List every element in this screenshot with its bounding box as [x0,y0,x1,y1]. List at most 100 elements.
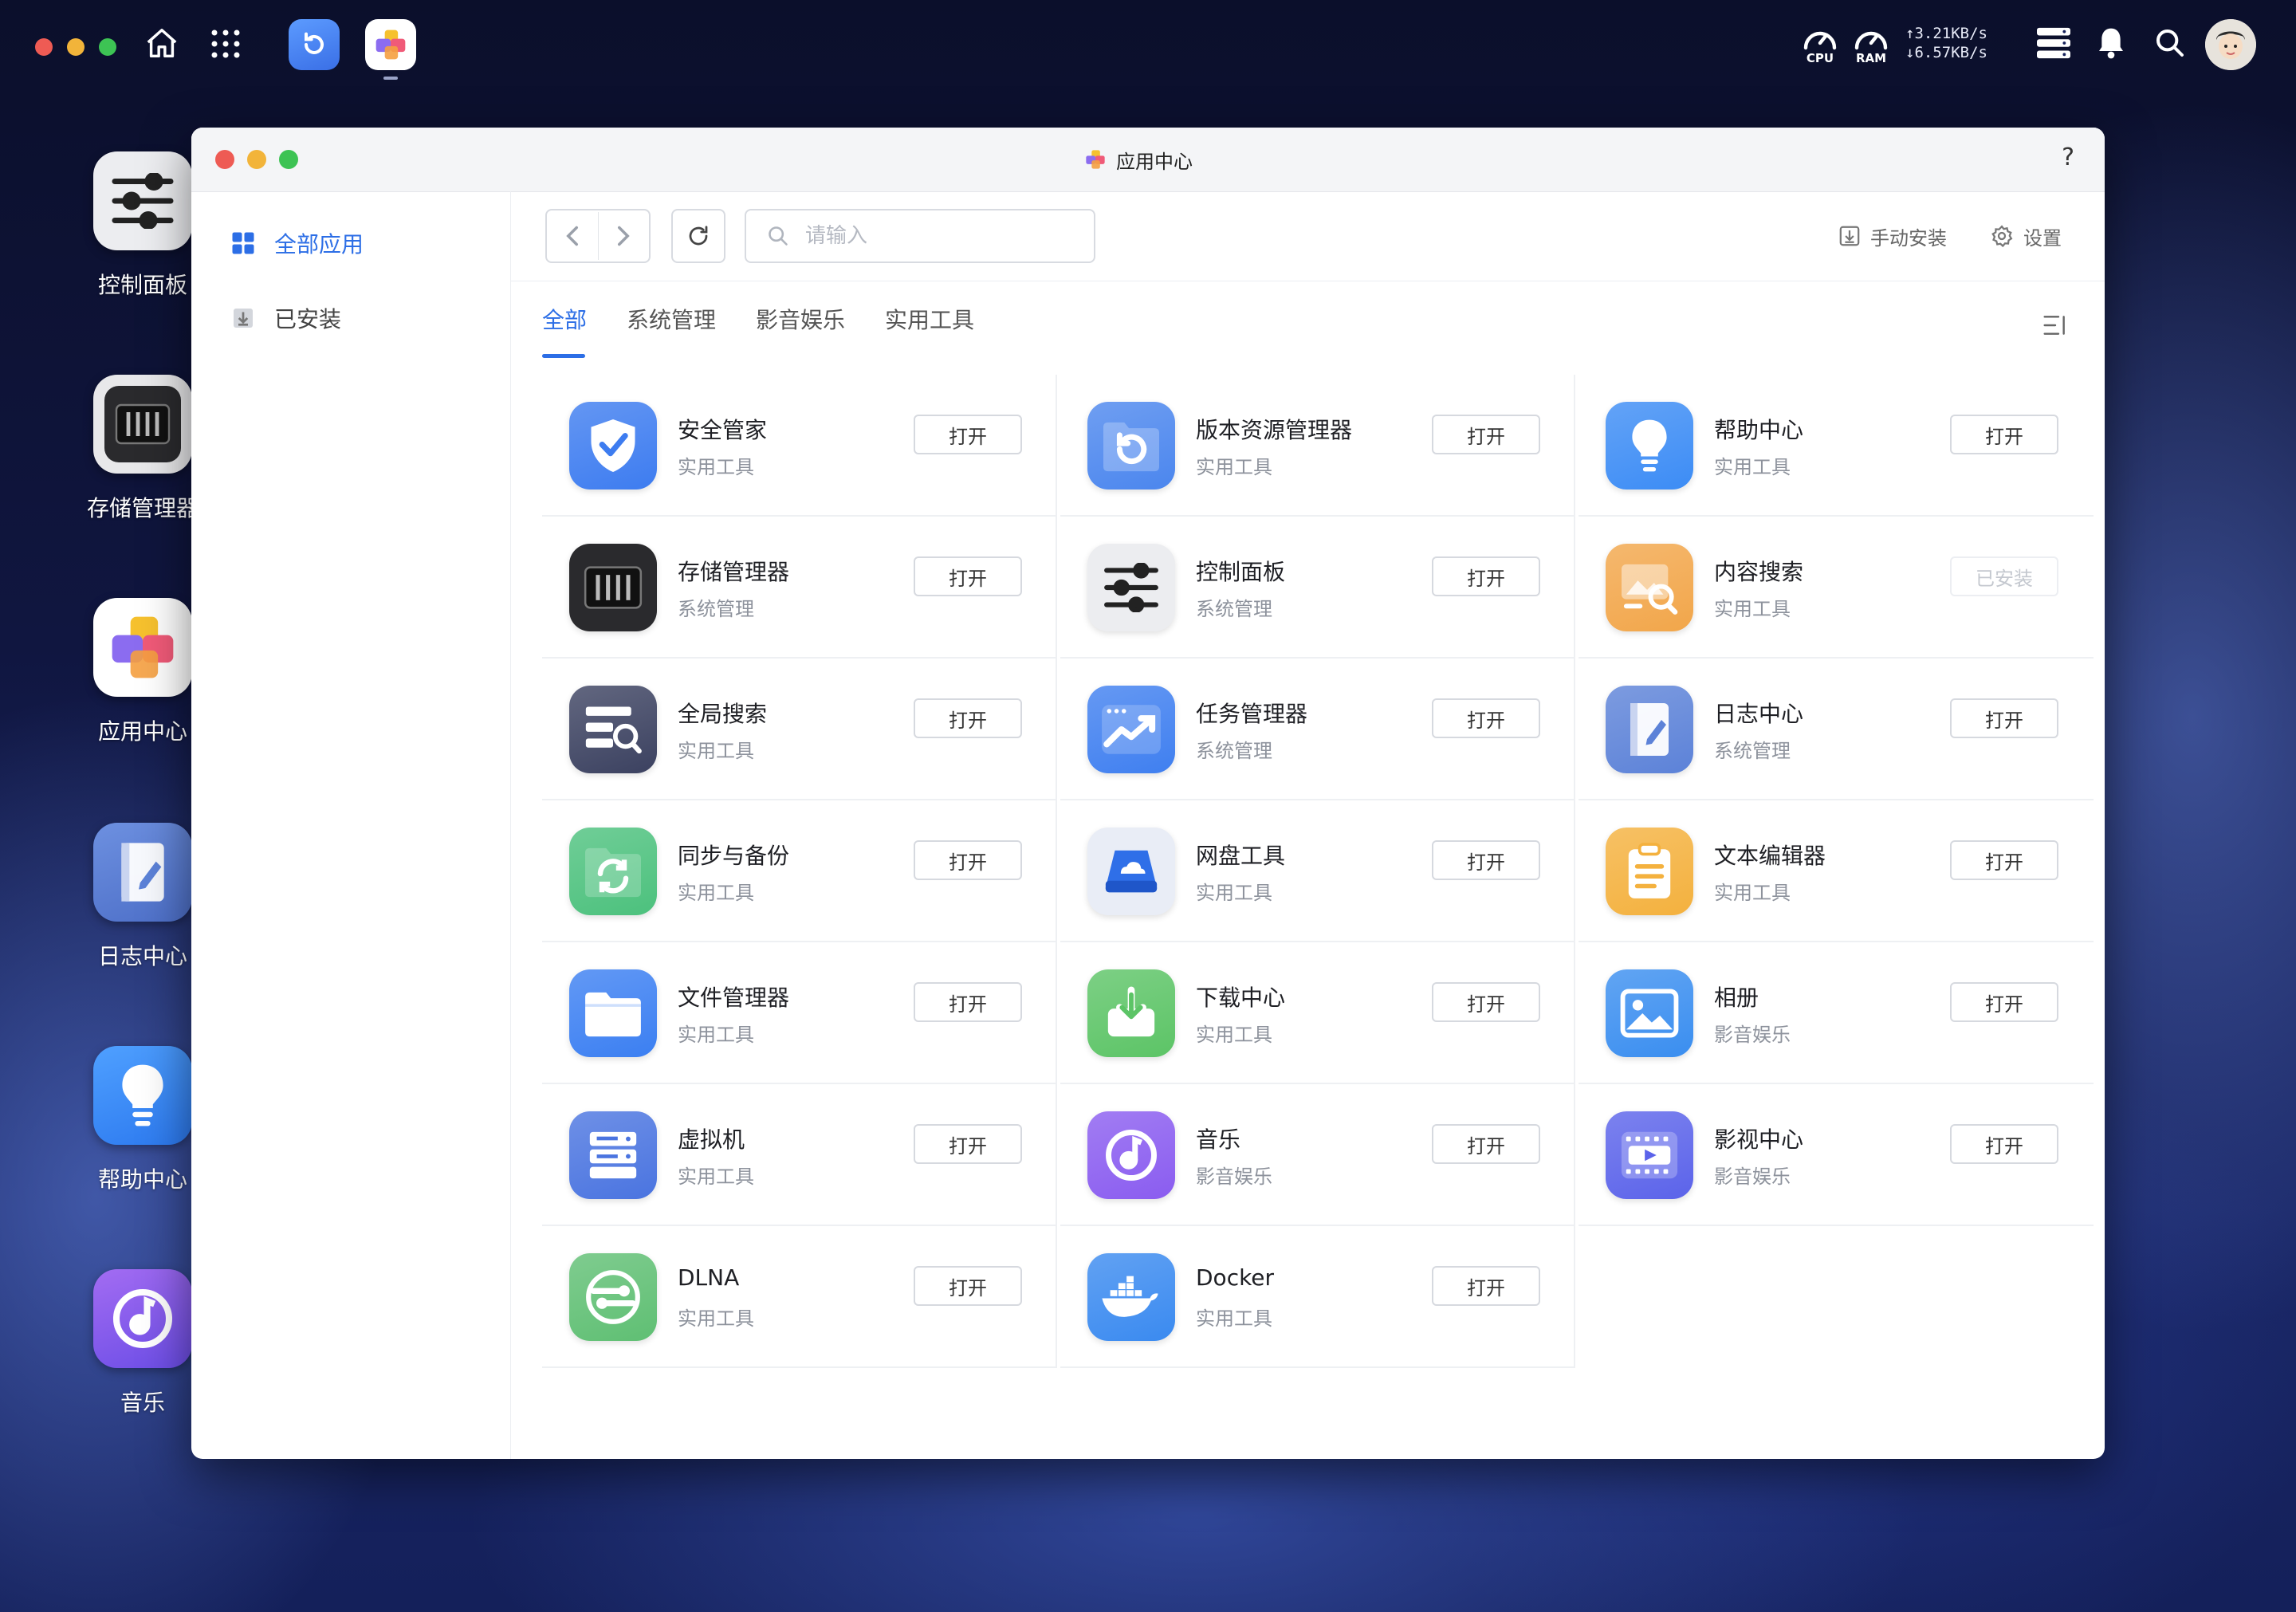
app-name: 文件管理器 [678,985,790,1011]
app-card[interactable]: 文本编辑器 实用工具 打开 [1578,800,2094,942]
desktop-icon-log-center[interactable]: 日志中心 [83,823,202,971]
open-button[interactable]: 打开 [914,415,1022,454]
app-card[interactable]: 安全管家 实用工具 打开 [542,375,1057,517]
ram-label: RAM [1855,51,1887,65]
open-button[interactable]: 打开 [914,1124,1022,1164]
open-button[interactable]: 打开 [1432,698,1540,738]
sidebar-item-installed[interactable]: 已安装 [231,298,341,338]
close-dot[interactable] [35,38,53,56]
app-card[interactable]: 全局搜索 实用工具 打开 [542,659,1057,800]
app-card[interactable]: 存储管理器 系统管理 打开 [542,517,1057,659]
app-card[interactable]: 任务管理器 系统管理 打开 [1060,659,1575,800]
app-category: 实用工具 [1714,456,1791,478]
server-icon[interactable] [2033,22,2074,64]
forward-button[interactable] [599,212,650,260]
running-indicator [383,77,398,80]
app-card[interactable]: 控制面板 系统管理 打开 [1060,517,1575,659]
tab-media[interactable]: 影音娱乐 [756,303,845,335]
app-card[interactable]: 影视中心 影音娱乐 打开 [1578,1084,2094,1226]
open-button[interactable]: 打开 [914,982,1022,1022]
taskbar-version-manager[interactable] [289,19,340,70]
app-name: 相册 [1714,985,1759,1011]
desktop-icon-storage[interactable]: 存储管理器 [83,375,202,523]
home-icon[interactable] [140,22,183,65]
app-category: 影音娱乐 [1196,1166,1272,1188]
open-button[interactable]: 打开 [1432,1124,1540,1164]
network-speed[interactable]: ↑3.21KB/s ↓6.57KB/s [1905,24,1987,62]
open-button[interactable]: 打开 [914,840,1022,880]
open-button[interactable]: 打开 [1432,840,1540,880]
open-button[interactable]: 打开 [1950,840,2058,880]
open-button[interactable]: 打开 [1432,1266,1540,1306]
sync-icon [569,828,657,915]
maximize-dot[interactable] [99,38,116,56]
window-minimize-button[interactable] [247,150,266,169]
taskbar-app-center[interactable] [365,19,416,70]
minimize-dot[interactable] [67,38,85,56]
app-card[interactable]: 帮助中心 实用工具 打开 [1578,375,2094,517]
tab-all[interactable]: 全部 [542,303,587,358]
tab-utilities[interactable]: 实用工具 [885,303,974,335]
photo-icon [1606,969,1693,1057]
ram-gauge[interactable]: RAM [1851,24,1891,65]
app-card[interactable]: 音乐 影音娱乐 打开 [1060,1084,1575,1226]
manual-install-button[interactable]: 手动安装 [1838,222,1947,250]
open-button[interactable]: 打开 [914,698,1022,738]
tab-system[interactable]: 系统管理 [627,303,716,335]
open-button[interactable]: 打开 [1950,698,2058,738]
bell-icon[interactable] [2090,22,2132,64]
app-card[interactable]: DLNA 实用工具 打开 [542,1226,1057,1368]
open-button[interactable]: 打开 [1950,982,2058,1022]
open-button[interactable]: 打开 [1432,556,1540,596]
app-card[interactable]: 日志中心 系统管理 打开 [1578,659,2094,800]
app-card[interactable]: 虚拟机 实用工具 打开 [542,1084,1057,1226]
app-card[interactable]: 下载中心 实用工具 打开 [1060,942,1575,1084]
sort-icon [2043,316,2065,335]
open-button[interactable]: 打开 [1950,415,2058,454]
window-titlebar[interactable]: 应用中心 ? [191,128,2105,192]
app-card[interactable]: Docker 实用工具 打开 [1060,1226,1575,1368]
app-category: 实用工具 [678,1024,754,1046]
back-button[interactable] [547,212,599,260]
cpu-gauge[interactable]: CPU [1800,24,1840,65]
settings-button[interactable]: 设置 [1990,222,2062,250]
app-category: 系统管理 [1196,598,1272,620]
refresh-button[interactable] [671,209,725,263]
search-input[interactable] [804,223,1078,249]
download-speed: ↓6.57KB/s [1905,44,1987,61]
app-grid-icon[interactable] [204,22,247,65]
open-button[interactable]: 打开 [914,1266,1022,1306]
app-card[interactable]: 文件管理器实用工具 打开 [542,942,1057,1084]
sidebar-item-all-apps[interactable]: 全部应用 [231,223,364,263]
open-button[interactable]: 打开 [1950,1124,2058,1164]
app-card[interactable]: 同步与备份 实用工具 打开 [542,800,1057,942]
app-card[interactable]: 内容搜索 实用工具 已安装 [1578,517,2094,659]
open-button[interactable]: 打开 [1432,982,1540,1022]
window-close-button[interactable] [215,150,234,169]
avatar[interactable] [2205,19,2256,70]
desktop-icon-music[interactable]: 音乐 [83,1269,202,1417]
open-button[interactable]: 打开 [1432,415,1540,454]
app-name: 日志中心 [1714,701,1804,727]
app-category: 系统管理 [678,598,754,620]
app-card[interactable]: 版本资源管理器 实用工具 打开 [1060,375,1575,517]
desktop-icon-help-center[interactable]: 帮助中心 [83,1046,202,1194]
app-category: 系统管理 [1196,740,1272,762]
sort-button[interactable] [2039,309,2071,341]
app-card[interactable]: 网盘工具 实用工具 打开 [1060,800,1575,942]
open-button[interactable]: 打开 [914,556,1022,596]
search-icon[interactable] [2149,22,2191,64]
app-name: 下载中心 [1196,985,1286,1011]
app-name: 文本编辑器 [1714,843,1826,869]
help-button[interactable]: ? [2062,144,2074,171]
window-maximize-button[interactable] [279,150,298,169]
log-icon [93,823,192,922]
desktop-icon-app-center[interactable]: 应用中心 [83,598,202,746]
folder-icon [569,969,657,1057]
desktop-icon-label: 应用中心 [97,718,187,745]
music-icon [93,1269,192,1368]
image-search-icon [1606,544,1693,631]
settings-label: 设置 [2023,226,2062,250]
app-card[interactable]: 相册 影音娱乐 打开 [1578,942,2094,1084]
desktop-icon-control-panel[interactable]: 控制面板 [83,151,202,300]
